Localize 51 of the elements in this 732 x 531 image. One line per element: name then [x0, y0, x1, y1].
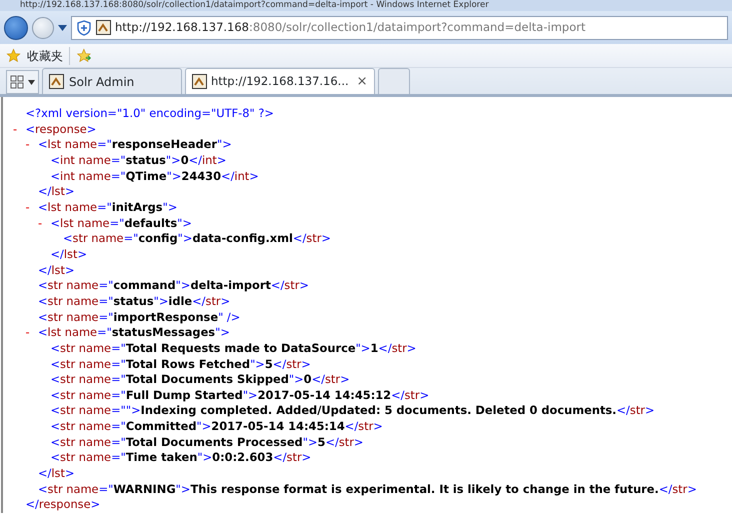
xml-line: <str name="Total Documents Skipped">0</str>: [50, 372, 350, 388]
favorites-label[interactable]: 收藏夹: [27, 46, 63, 64]
xml-line: <int name="QTime">24430</int>: [50, 168, 259, 184]
page-icon: [96, 20, 111, 35]
address-bar[interactable]: http://192.168.137.168:8080/solr/collection1/dataimport?command=delta-import: [71, 16, 728, 40]
xml-line: <str name="Full Dump Started">2017-05-14 14:45:12</str>: [50, 388, 430, 404]
collapse-toggle[interactable]: -: [26, 137, 38, 153]
xml-line: <str name="">Indexing completed. Added/Updated: 5 documents. Deleted 0 documents.</str>: [50, 403, 655, 420]
xml-line: <str name="status">idle</str>: [38, 294, 230, 310]
xml-line: <response>: [26, 122, 96, 138]
xml-line: </response>: [26, 497, 100, 514]
xml-line: </lst>: [38, 262, 75, 278]
xml-line: </lst>: [50, 246, 88, 263]
quick-tabs-button[interactable]: [6, 70, 39, 94]
tab-label: http://192.168.137.16...: [211, 72, 349, 90]
grid-icon: [10, 75, 24, 89]
xml-line: <str name="config">data-config.xml</str>: [63, 231, 331, 247]
xml-line: <lst name="initArgs">: [38, 200, 178, 216]
xml-line: <str name="Committed">2017-05-14 14:45:14</str>: [50, 419, 383, 435]
tab-label: Solr Admin: [69, 74, 134, 90]
collapse-toggle[interactable]: -: [26, 200, 38, 216]
url-text: http://192.168.137.168:8080/solr/collection1/dataimport?command=delta-import: [115, 18, 586, 36]
collapse-toggle[interactable]: -: [38, 216, 50, 232]
xml-line: <lst name="statusMessages">: [38, 325, 230, 341]
xml-line: <str name="importResponse" />: [38, 310, 240, 326]
browser-tab[interactable]: Solr Admin: [42, 68, 182, 94]
dropdown-caret-icon[interactable]: [58, 24, 67, 30]
collapse-toggle[interactable]: -: [26, 325, 38, 341]
window-title: http://192.168.137.168:8080/solr/collection1/dataimport?command=delta-import - Windows Internet Explorer: [0, 0, 732, 11]
page-icon: [49, 74, 64, 89]
collapse-toggle[interactable]: -: [13, 122, 26, 138]
xml-line: <str name="WARNING">This response format is experimental. It is likely to change in the future.</str>: [38, 482, 697, 498]
xml-line: <int name="status">0</int>: [50, 152, 226, 169]
xml-line: <str name="Total Requests made to DataSource">1</str>: [50, 340, 416, 356]
xml-declaration: <?xml version="1.0" encoding="UTF-8" ?>: [26, 106, 274, 122]
back-button[interactable]: [4, 16, 28, 40]
page-icon: [192, 74, 207, 89]
close-tab-button[interactable]: ×: [356, 75, 368, 88]
xml-line: <lst name="defaults">: [50, 216, 192, 232]
xml-line: <str name="Total Documents Processed">5</str>: [50, 434, 364, 450]
browser-tab[interactable]: http://192.168.137.16... ×: [185, 68, 375, 94]
plus-shield-icon: [76, 20, 92, 36]
caret-icon: [28, 80, 35, 84]
xml-line: <lst name="responseHeader">: [38, 137, 232, 153]
star-icon: [6, 48, 21, 63]
xml-line: <str name="Total Rows Fetched">5</str>: [50, 356, 311, 372]
xml-line: </lst>: [38, 466, 75, 482]
xml-line: </lst>: [38, 184, 75, 200]
xml-line: <str name="Time taken">0:0:2.603</str>: [50, 450, 312, 466]
star-add-icon[interactable]: [76, 48, 93, 63]
xml-line: <str name="command">delta-import</str>: [38, 278, 309, 294]
